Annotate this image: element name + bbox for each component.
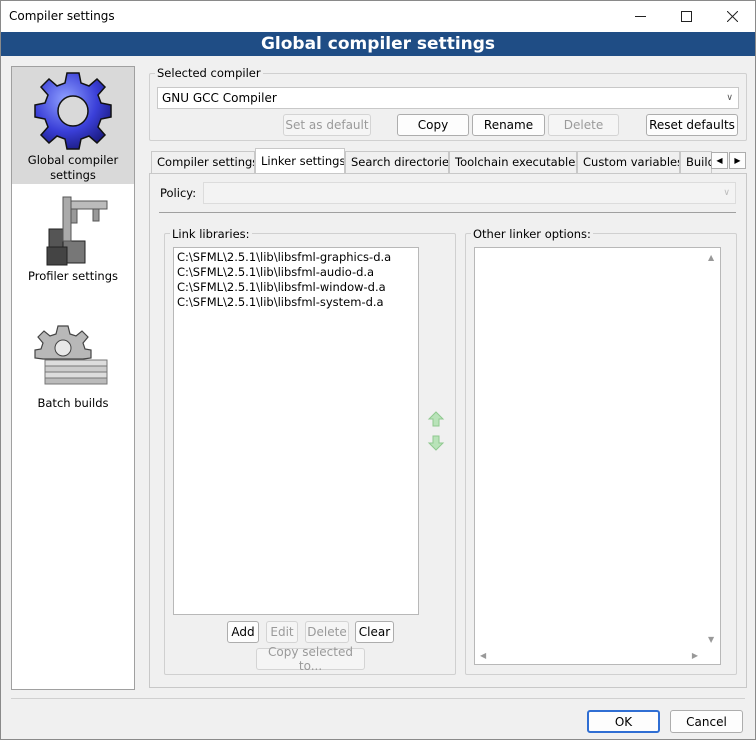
maximize-icon <box>680 11 692 22</box>
batch-builds-icon <box>34 325 108 385</box>
caret-right-icon: ▶ <box>734 156 741 165</box>
sidebar-item-label: Profiler settings <box>27 269 118 283</box>
footer-divider <box>11 698 745 699</box>
horizontal-scrollbar[interactable]: ◀ ▶ <box>475 647 703 664</box>
scroll-down-icon[interactable]: ▼ <box>708 635 714 644</box>
policy-label: Policy: <box>160 186 197 200</box>
page-title: Global compiler settings <box>1 32 755 56</box>
copy-button[interactable]: Copy <box>397 114 469 136</box>
gear-icon <box>34 72 112 150</box>
divider <box>159 212 736 213</box>
profiler-icon <box>46 196 108 266</box>
chevron-down-icon: ∨ <box>723 188 730 198</box>
maximize-button[interactable] <box>663 1 709 32</box>
selected-compiler-label: Selected compiler <box>155 66 263 80</box>
tab-search-directories[interactable]: Search directories <box>345 151 449 173</box>
copy-selected-to-button[interactable]: Copy selected to... <box>256 645 365 673</box>
tab-compiler-settings[interactable]: Compiler settings <box>151 151 255 173</box>
compiler-select-value: GNU GCC Compiler <box>162 91 277 105</box>
arrow-up-icon <box>427 411 445 427</box>
vertical-scrollbar[interactable]: ▲ ▼ <box>703 248 720 647</box>
move-up-button[interactable] <box>426 409 446 429</box>
sidebar-item-global-compiler-settings[interactable]: Global compiler settings <box>12 67 134 184</box>
scroll-up-icon[interactable]: ▲ <box>708 253 714 262</box>
tab-toolchain-executables[interactable]: Toolchain executables <box>449 151 577 173</box>
tab-custom-variables[interactable]: Custom variables <box>577 151 680 173</box>
delete-compiler-button[interactable]: Delete <box>548 114 619 136</box>
list-item[interactable]: C:\SFML\2.5.1\lib\libsfml-window-d.a <box>174 280 418 295</box>
chevron-down-icon: ∨ <box>726 93 733 103</box>
sidebar-item-batch-builds[interactable]: Batch builds <box>12 322 134 422</box>
tab-scroll-left-button[interactable]: ◀ <box>711 152 728 169</box>
list-item[interactable]: C:\SFML\2.5.1\lib\libsfml-system-d.a <box>174 295 418 310</box>
cancel-button[interactable]: Cancel <box>670 710 743 733</box>
delete-library-button[interactable]: Delete <box>305 621 349 643</box>
set-as-default-button[interactable]: Set as default <box>283 114 371 136</box>
reset-defaults-button[interactable]: Reset defaults <box>646 114 738 136</box>
add-library-button[interactable]: Add <box>227 621 259 643</box>
ok-button[interactable]: OK <box>587 710 660 733</box>
tab-scroll-right-button[interactable]: ▶ <box>729 152 746 169</box>
policy-select[interactable]: ∨ <box>203 182 736 204</box>
scroll-left-icon[interactable]: ◀ <box>480 651 486 660</box>
close-button[interactable] <box>709 1 755 32</box>
compiler-select[interactable]: GNU GCC Compiler ∨ <box>157 87 739 109</box>
tab-linker-settings[interactable]: Linker settings <box>255 148 345 173</box>
sidebar: Global compiler settings Profiler settin… <box>11 66 135 690</box>
sidebar-item-profiler-settings[interactable]: Profiler settings <box>12 189 134 299</box>
title-bar[interactable]: Compiler settings <box>1 1 755 32</box>
link-libraries-list[interactable]: C:\SFML\2.5.1\lib\libsfml-graphics-d.a C… <box>173 247 419 615</box>
link-libraries-label: Link libraries: <box>170 227 252 241</box>
other-linker-options-label: Other linker options: <box>471 227 593 241</box>
scroll-right-icon[interactable]: ▶ <box>692 651 698 660</box>
minimize-icon <box>634 16 646 17</box>
rename-button[interactable]: Rename <box>472 114 545 136</box>
close-icon <box>726 11 738 22</box>
window-title: Compiler settings <box>9 9 115 23</box>
other-linker-options-textarea[interactable]: ▲ ▼ ◀ ▶ <box>474 247 721 665</box>
tab-build[interactable]: Build <box>680 151 712 173</box>
minimize-button[interactable] <box>617 1 663 32</box>
sidebar-item-label: Batch builds <box>37 396 109 410</box>
sidebar-item-label: Global compiler settings <box>27 153 119 182</box>
caret-left-icon: ◀ <box>716 156 723 165</box>
compiler-settings-window: Compiler settings Global compiler settin… <box>0 0 756 740</box>
arrow-down-icon <box>427 435 445 451</box>
move-down-button[interactable] <box>426 433 446 453</box>
edit-library-button[interactable]: Edit <box>266 621 298 643</box>
list-item[interactable]: C:\SFML\2.5.1\lib\libsfml-audio-d.a <box>174 265 418 280</box>
list-item[interactable]: C:\SFML\2.5.1\lib\libsfml-graphics-d.a <box>174 250 418 265</box>
clear-libraries-button[interactable]: Clear <box>355 621 394 643</box>
